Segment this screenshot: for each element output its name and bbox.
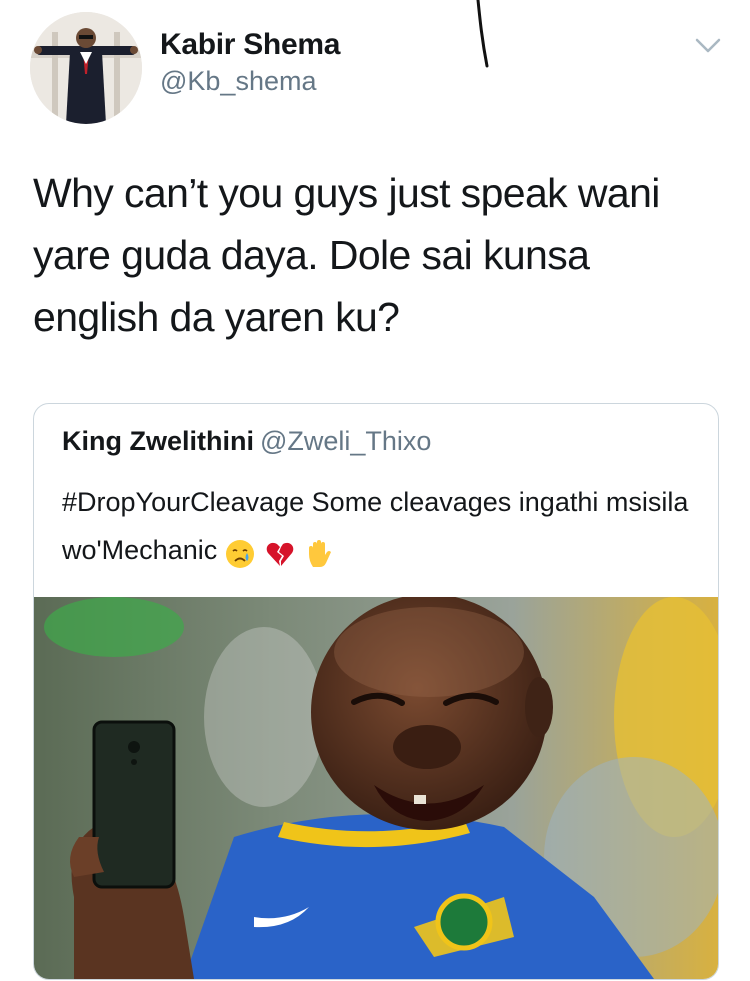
broken-heart-icon — [266, 542, 294, 566]
tweet-text: Why can’t you guys just speak wani yare … — [33, 170, 660, 340]
quoted-author-name[interactable]: King Zwelithini — [62, 426, 254, 456]
author-name[interactable]: Kabir Shema — [160, 28, 340, 62]
quoted-author-handle[interactable]: @Zweli_Thixo — [260, 426, 431, 456]
quoted-tweet-body: #DropYourCleavage Some cleavages ingathi… — [62, 487, 689, 565]
quoted-tweet-photo[interactable] — [34, 597, 718, 979]
raised-hand-icon — [309, 539, 332, 567]
quoted-tweet-header: King Zwelithini @Zweli_Thixo — [62, 426, 431, 457]
author-handle[interactable]: @Kb_shema — [160, 66, 317, 97]
tweet-menu-button[interactable] — [692, 32, 724, 58]
crying-face-icon — [226, 539, 255, 568]
emoji-row — [225, 528, 336, 576]
photo-man-holding-phone — [34, 597, 718, 979]
quoted-tweet-text: #DropYourCleavage Some cleavages ingathi… — [62, 478, 702, 576]
author-avatar[interactable] — [30, 12, 142, 124]
quoted-tweet-card[interactable]: King Zwelithini @Zweli_Thixo #DropYourCle… — [33, 403, 719, 980]
pen-stroke-mark — [476, 0, 489, 68]
chevron-down-icon — [695, 38, 721, 53]
